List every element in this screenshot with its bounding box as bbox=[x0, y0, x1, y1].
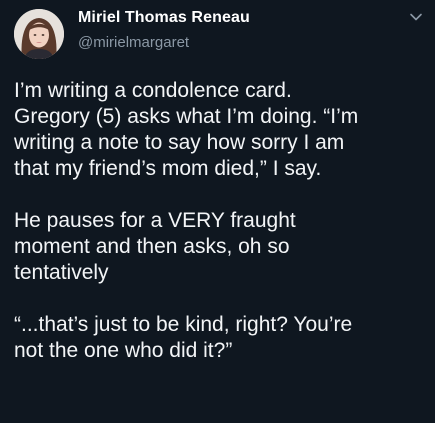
tweet-line: He pauses for a VERY fraught bbox=[14, 209, 296, 232]
profile-photo-icon bbox=[14, 9, 64, 59]
tweet-card: Miriel Thomas Reneau @mirielmargaret I’m… bbox=[0, 0, 435, 423]
tweet-paragraph: He pauses for a VERY fraught moment and … bbox=[14, 208, 428, 286]
tweet-line: writing a note to say how sorry I am bbox=[14, 131, 345, 154]
tweet-paragraph: “...that’s just to be kind, right? You’r… bbox=[14, 312, 428, 364]
chevron-down-icon[interactable] bbox=[409, 10, 423, 24]
user-handle[interactable]: @mirielmargaret bbox=[78, 34, 189, 51]
tweet-line: tentatively bbox=[14, 261, 109, 284]
tweet-line: Gregory (5) asks what I’m doing. “I’m bbox=[14, 105, 359, 128]
tweet-text: I’m writing a condolence card. Gregory (… bbox=[14, 78, 428, 364]
tweet-line: moment and then asks, oh so bbox=[14, 235, 290, 258]
tweet-paragraph: I’m writing a condolence card. Gregory (… bbox=[14, 78, 428, 182]
tweet-line: I’m writing a condolence card. bbox=[14, 79, 292, 102]
avatar[interactable] bbox=[14, 9, 64, 59]
tweet-line: “...that’s just to be kind, right? You’r… bbox=[14, 313, 353, 336]
tweet-line: that my friend’s mom died,” I say. bbox=[14, 157, 322, 180]
display-name[interactable]: Miriel Thomas Reneau bbox=[78, 9, 250, 27]
tweet-line: not the one who did it?” bbox=[14, 339, 233, 362]
